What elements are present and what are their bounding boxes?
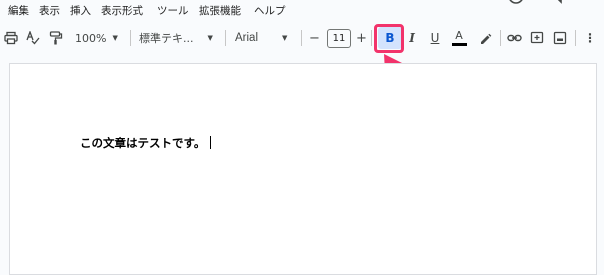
print-icon[interactable] xyxy=(4,31,18,45)
toolbar-divider xyxy=(301,30,302,46)
text-cursor xyxy=(210,136,212,149)
text-color-swatch xyxy=(451,43,467,46)
image-icon[interactable] xyxy=(553,31,567,45)
menu-edit[interactable]: 編集 xyxy=(8,3,29,18)
history-icon[interactable] xyxy=(507,0,525,7)
menu-help[interactable]: ヘルプ xyxy=(254,3,286,18)
zoom-value: 100% xyxy=(75,31,107,45)
underline-button[interactable]: U xyxy=(429,30,441,46)
chevron-down-icon: ▼ xyxy=(282,34,288,42)
chevron-down-icon: ▼ xyxy=(207,34,213,42)
document-page[interactable]: この文章はテストです。 xyxy=(9,63,597,275)
toolbar-divider xyxy=(371,30,372,46)
add-comment-icon[interactable] xyxy=(530,31,544,45)
text-color-button[interactable]: A xyxy=(451,28,467,48)
font-size-input[interactable]: 11 xyxy=(327,29,351,48)
paint-format-icon[interactable] xyxy=(49,31,63,45)
font-dropdown[interactable]: Arial ▼ xyxy=(235,31,287,45)
bold-highlight-frame xyxy=(374,24,404,53)
pen-icon[interactable] xyxy=(478,31,492,45)
toolbar-divider xyxy=(500,30,501,46)
menu-tools[interactable]: ツール xyxy=(157,3,189,18)
menu-view[interactable]: 表示 xyxy=(39,3,60,18)
decrease-font-size-button[interactable]: − xyxy=(309,30,320,46)
chevron-down-icon: ▼ xyxy=(112,34,118,42)
menu-extensions[interactable]: 拡張機能 xyxy=(199,3,241,18)
style-value: 標準テキ... xyxy=(139,32,194,45)
toolbar-divider xyxy=(130,30,131,46)
comment-icon[interactable] xyxy=(545,0,563,7)
more-options-button[interactable]: ⋮ xyxy=(584,30,596,46)
style-dropdown[interactable]: 標準テキ... ▼ xyxy=(139,31,213,45)
link-icon[interactable] xyxy=(507,31,522,45)
menu-insert[interactable]: 挿入 xyxy=(70,3,91,18)
toolbar-divider xyxy=(225,30,226,46)
toolbar-divider xyxy=(575,30,576,46)
present-icon[interactable] xyxy=(584,0,604,7)
document-text-line[interactable]: この文章はテストです。 xyxy=(80,135,212,151)
toolbar: 100% ▼ 標準テキ... ▼ Arial ▼ − 11 + B I U A xyxy=(0,24,604,52)
document-text: この文章はテストです。 xyxy=(80,136,206,150)
text-color-label: A xyxy=(455,29,463,42)
italic-button[interactable]: I xyxy=(406,30,418,46)
font-value: Arial xyxy=(235,32,259,44)
zoom-dropdown[interactable]: 100% ▼ xyxy=(75,31,118,45)
spellcheck-icon[interactable] xyxy=(26,31,40,45)
menu-format[interactable]: 表示形式 xyxy=(101,3,143,18)
menu-bar: 編集 表示 挿入 表示形式 ツール 拡張機能 ヘルプ xyxy=(0,0,604,20)
increase-font-size-button[interactable]: + xyxy=(356,30,367,46)
